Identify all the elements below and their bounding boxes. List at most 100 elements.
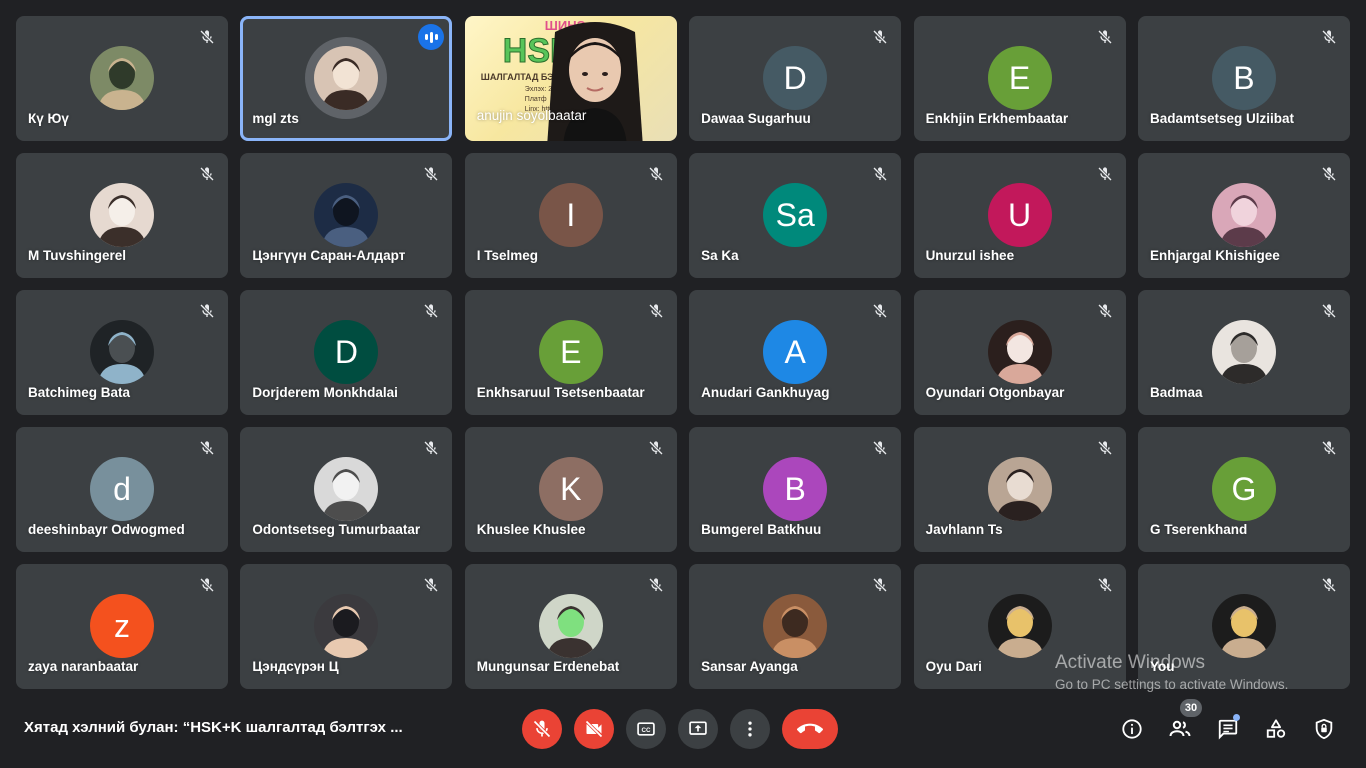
participant-tile[interactable]: Sansar Ayanga	[689, 564, 902, 689]
more-icon	[748, 721, 752, 737]
participant-tile[interactable]: Цэндсүрэн Ц	[240, 564, 453, 689]
participant-tile[interactable]: E Enkhsaruul Tsetsenbaatar	[464, 290, 677, 415]
watermark-title: Activate Windows	[1055, 652, 1205, 673]
mic-off-icon	[643, 572, 669, 598]
participant-tile[interactable]: mgl zts	[240, 16, 453, 141]
leave-call-button[interactable]	[782, 709, 838, 749]
avatar-initial: D	[334, 333, 358, 370]
avatar-photo	[90, 320, 154, 384]
participant-tile[interactable]: U Unurzul ishee	[913, 153, 1126, 278]
participant-tile[interactable]: G G Tserenkhand	[1137, 427, 1350, 552]
participant-tile[interactable]: Oyundari Otgonbayar	[913, 290, 1126, 415]
meeting-details-button[interactable]	[1116, 713, 1148, 745]
mic-off-icon	[194, 572, 220, 598]
avatar-photo	[538, 594, 603, 658]
participant-tile[interactable]: B Bumgerel Batkhuu	[689, 427, 902, 552]
mic-toggle-button[interactable]	[522, 709, 562, 749]
participant-tile[interactable]: z zaya naranbaatar	[16, 564, 228, 689]
participant-tile[interactable]: M Tuvshingerel	[16, 153, 228, 278]
avatar-photo	[314, 457, 379, 521]
participant-name: Odontsetseg Tumurbaatar	[252, 522, 421, 537]
mic-off-icon	[1316, 435, 1342, 461]
mic-off-icon	[643, 161, 669, 187]
participant-tile[interactable]: Enhjargal Khishigee	[1137, 153, 1350, 278]
participant-tile[interactable]: I I Tselmeg	[464, 153, 677, 278]
avatar-photo	[1211, 320, 1276, 384]
activate-windows-watermark: Activate Windows Go to PC settings to ac…	[1055, 652, 1288, 692]
captions-button[interactable]: CC	[626, 709, 666, 749]
participant-tile[interactable]: D Dawaa Sugarhuu	[689, 16, 902, 141]
participant-tile[interactable]: D Dorjderem Monkhdalai	[240, 290, 453, 415]
mic-off-icon	[867, 298, 893, 324]
participant-name: G Tserenkhand	[1149, 522, 1248, 537]
participant-tile[interactable]: Odontsetseg Tumurbaatar	[240, 427, 453, 552]
participant-name: Anudari Gankhuyag	[701, 385, 830, 400]
mic-off-icon	[1092, 298, 1118, 324]
mic-off-icon	[867, 572, 893, 598]
avatar: D	[763, 46, 828, 110]
chat-notification-dot	[1233, 714, 1240, 721]
participant-name: zaya naranbaatar	[28, 659, 139, 674]
host-controls-button[interactable]	[1308, 713, 1340, 745]
avatar: d	[90, 457, 154, 521]
avatar-initial: B	[784, 470, 806, 507]
participant-tile[interactable]: Batchimeg Bata	[16, 290, 228, 415]
mic-off-icon	[418, 161, 444, 187]
participant-name: Sa Ka	[701, 248, 739, 263]
avatar-photo	[987, 457, 1052, 521]
present-icon	[689, 721, 707, 735]
participant-tile[interactable]: ШИНЭ HSK ШАЛГАЛТАД БЭЛ Эхлэх: 20 Платф Linx: …	[464, 16, 677, 141]
participant-tile[interactable]: E Enkhjin Erkhembaatar	[913, 16, 1126, 141]
people-button[interactable]	[1164, 713, 1196, 745]
avatar-photo	[314, 46, 379, 110]
avatar-photo	[987, 594, 1052, 658]
avatar: z	[90, 594, 154, 658]
participant-name: Oyu Dari	[925, 659, 982, 674]
avatar: K	[538, 457, 603, 521]
participant-tile[interactable]: Sa Sa Ka	[689, 153, 902, 278]
participant-video-feed	[547, 22, 643, 141]
camera-off-icon	[585, 720, 603, 738]
participant-name: Bumgerel Batkhuu	[701, 522, 822, 537]
mic-off-icon	[194, 435, 220, 461]
participant-name: Enkhsaruul Tsetsenbaatar	[476, 385, 645, 400]
meeting-title[interactable]: Хятад хэлний булан: “HSK+K шалгалтад бэл…	[24, 719, 403, 736]
participant-name: Khuslee Khuslee	[476, 522, 586, 537]
present-button[interactable]	[678, 709, 718, 749]
avatar-initial: G	[1231, 470, 1257, 507]
people-icon	[1169, 720, 1191, 737]
avatar-initial: A	[784, 333, 806, 370]
participant-tile[interactable]: Mungunsar Erdenebat	[464, 564, 677, 689]
participant-tile[interactable]: Цэнгүүн Саран-Алдарт	[240, 153, 453, 278]
avatar-photo	[1211, 594, 1276, 658]
avatar-initial: K	[560, 470, 582, 507]
avatar: B	[763, 457, 828, 521]
avatar-photo	[987, 320, 1052, 384]
camera-toggle-button[interactable]	[574, 709, 614, 749]
participant-tile[interactable]: B Badamtsetseg Ulziibat	[1137, 16, 1350, 141]
activities-button[interactable]	[1260, 713, 1292, 745]
participant-tile[interactable]: A Anudari Gankhuyag	[689, 290, 902, 415]
mic-off-icon	[1092, 435, 1118, 461]
mic-off-icon	[1316, 161, 1342, 187]
avatar: E	[987, 46, 1052, 110]
avatar-initial: d	[113, 470, 131, 507]
avatar: B	[1211, 46, 1276, 110]
avatar-photo	[1211, 183, 1276, 247]
captions-icon: CC	[637, 722, 655, 736]
avatar-photo	[314, 594, 379, 658]
participant-name: Badmaa	[1149, 385, 1203, 400]
participant-name: anujin soyolbaatar	[476, 108, 587, 123]
participant-tile[interactable]: K Khuslee Khuslee	[464, 427, 677, 552]
participant-tile[interactable]: d deeshinbayr Odwogmed	[16, 427, 228, 552]
participant-name: Кү Юү	[28, 111, 69, 126]
participant-tile[interactable]: Badmaa	[1137, 290, 1350, 415]
participant-tile[interactable]: Javhlann Ts	[913, 427, 1126, 552]
more-options-button[interactable]	[730, 709, 770, 749]
avatar-initial: I	[566, 196, 576, 233]
svg-text:CC: CC	[641, 727, 651, 734]
people-count-badge: 30	[1180, 699, 1202, 717]
host-controls-icon	[1315, 718, 1333, 740]
avatar-initial: E	[560, 333, 582, 370]
participant-tile[interactable]: Кү Юү	[16, 16, 228, 141]
